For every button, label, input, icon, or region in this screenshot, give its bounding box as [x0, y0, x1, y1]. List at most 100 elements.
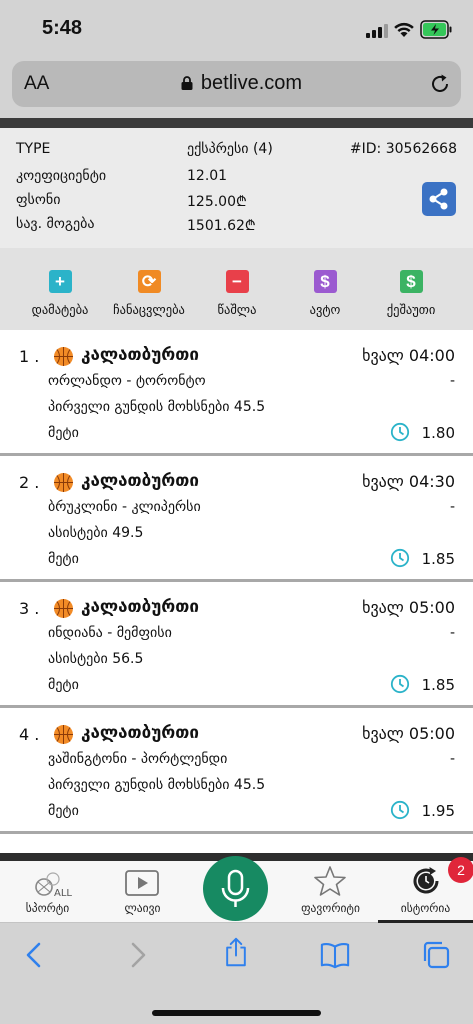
sport-name: კალათბურთი	[81, 723, 199, 743]
share-button[interactable]	[422, 182, 456, 216]
match-teams: ინდიანა - მემფისი	[48, 625, 172, 641]
bet-number: 4 .	[19, 725, 40, 744]
bet-list: 1 . კალათბურთი ხვალ 04:00 ორლანდო - ტორო…	[0, 330, 473, 853]
summary-win-row: სავ. მოგება 1501.62₾	[0, 216, 473, 240]
replace-label: ჩანაცვლება	[113, 302, 185, 317]
type-value: ექსპრესი (4)	[187, 141, 273, 157]
bookmarks-icon[interactable]	[320, 940, 350, 970]
match-time: ხვალ 05:00	[362, 724, 455, 743]
sports-icon-text: ALL	[54, 888, 72, 899]
clock-icon	[390, 800, 410, 820]
stake-value: 125.00₾	[187, 194, 247, 210]
header-divider	[0, 118, 473, 128]
url-display[interactable]: betlive.com	[12, 72, 461, 95]
clock-icon	[390, 674, 410, 694]
clock-icon	[390, 422, 410, 442]
signal-icon	[366, 24, 388, 38]
url-text: betlive.com	[200, 72, 303, 94]
basketball-icon	[54, 473, 73, 492]
summary-type-row: TYPE ექსპრესი (4) #ID: 30562668	[0, 141, 473, 165]
nav-live[interactable]: ლაივი	[95, 861, 190, 923]
match-time: ხვალ 05:00	[362, 598, 455, 617]
bet-market: პირველი გუნდის მოხსნები 45.5	[48, 777, 266, 793]
plus-icon: +	[48, 270, 72, 293]
bet-item[interactable]: 1 . კალათბურთი ხვალ 04:00 ორლანდო - ტორო…	[0, 330, 473, 450]
bet-id: #ID: 30562668	[349, 141, 457, 157]
dollar-icon: $	[399, 270, 423, 293]
bet-number: 2 .	[19, 473, 40, 492]
bet-market: ასისტები 49.5	[48, 525, 144, 541]
basketball-icon	[54, 725, 73, 744]
cashout-button[interactable]: $ ქეშაუთი	[366, 270, 456, 317]
score-placeholder: -	[449, 499, 455, 515]
add-button[interactable]: + დამატება	[15, 270, 105, 317]
bet-market: პირველი გუნდის მოხსნები 45.5	[48, 399, 266, 415]
coef-value: 12.01	[187, 168, 228, 184]
type-label: TYPE	[16, 141, 51, 157]
score-placeholder: -	[449, 373, 455, 389]
match-time: ხვალ 04:00	[362, 346, 455, 365]
nav-history-label: ისტორია	[400, 901, 451, 915]
play-icon	[125, 870, 159, 896]
back-icon[interactable]	[20, 940, 50, 970]
bet-number: 3 .	[19, 599, 40, 618]
summary-coef-row: კოეფიციენტი 12.01	[0, 168, 473, 192]
bet-item[interactable]: 3 . კალათბურთი ხვალ 05:00 ინდიანა - მემფ…	[0, 582, 473, 702]
match-teams: ვაშინგტონი - პორტლენდი	[48, 751, 228, 767]
add-label: დამატება	[31, 302, 89, 317]
dollar-icon: $	[313, 270, 337, 293]
auto-label: ავტო	[309, 302, 341, 317]
history-count-badge: 2	[448, 857, 473, 883]
sports-all-icon: ALL	[35, 872, 72, 899]
delete-label: წაშლა	[217, 302, 257, 317]
bet-item[interactable]: 2 . კალათბურთი ხვალ 04:30 ბრუკლინი - კლი…	[0, 456, 473, 576]
bet-actions: + დამატება ⟳ ჩანაცვლება − წაშლა $ ავტო $…	[0, 248, 473, 330]
share-sheet-icon[interactable]	[221, 937, 251, 967]
bet-outcome: მეტი	[48, 677, 79, 693]
browser-toolbar	[0, 923, 473, 1024]
replace-button[interactable]: ⟳ ჩანაცვლება	[104, 270, 194, 317]
bet-odds: 1.85	[421, 550, 455, 568]
reload-icon[interactable]	[429, 73, 451, 95]
summary-stake-row: ფსონი 125.00₾	[0, 192, 473, 216]
battery-icon	[420, 20, 452, 39]
minus-icon: −	[225, 270, 249, 293]
sport-name: კალათბურთი	[81, 597, 199, 617]
score-placeholder: -	[449, 625, 455, 641]
bottom-nav: ALL სპორტი ლაივი ფავორიტი ისტორია	[0, 856, 473, 923]
status-bar: 5:48	[0, 0, 473, 58]
delete-button[interactable]: − წაშლა	[192, 270, 282, 317]
nav-favorites[interactable]: ფავორიტი	[283, 861, 378, 923]
voice-search-button[interactable]	[203, 856, 268, 921]
stake-label: ფსონი	[16, 192, 61, 208]
bet-summary: TYPE ექსპრესი (4) #ID: 30562668 კოეფიციე…	[0, 128, 473, 248]
bet-outcome: მეტი	[48, 551, 79, 567]
bet-item[interactable]: 4 . კალათბურთი ხვალ 05:00 ვაშინგტონი - პ…	[0, 708, 473, 828]
address-bar[interactable]: AA betlive.com	[12, 61, 461, 107]
status-time: 5:48	[42, 17, 83, 39]
cashout-label: ქეშაუთი	[386, 302, 436, 317]
bet-outcome: მეტი	[48, 803, 79, 819]
match-teams: ბრუკლინი - კლიპერსი	[48, 499, 201, 515]
bet-odds: 1.95	[421, 802, 455, 820]
bet-outcome: მეტი	[48, 425, 79, 441]
sport-name: კალათბურთი	[81, 471, 199, 491]
win-label: სავ. მოგება	[16, 216, 95, 232]
nav-sports-label: სპორტი	[25, 901, 70, 915]
match-teams: ორლანდო - ტორონტო	[48, 373, 206, 389]
nav-favorites-label: ფავორიტი	[301, 901, 360, 915]
tabs-icon[interactable]	[421, 940, 451, 970]
bet-market: ასისტები 56.5	[48, 651, 144, 667]
nav-sports[interactable]: ALL სპორტი	[0, 861, 95, 923]
forward-icon[interactable]	[122, 940, 152, 970]
history-icon	[413, 867, 439, 894]
auto-button[interactable]: $ ავტო	[280, 270, 370, 317]
bet-odds: 1.85	[421, 676, 455, 694]
basketball-icon	[54, 347, 73, 366]
sport-name: კალათბურთი	[81, 345, 199, 365]
wifi-icon	[394, 22, 414, 37]
win-value: 1501.62₾	[187, 218, 256, 234]
microphone-icon	[221, 869, 250, 907]
match-time: ხვალ 04:30	[362, 472, 455, 491]
basketball-icon	[54, 599, 73, 618]
